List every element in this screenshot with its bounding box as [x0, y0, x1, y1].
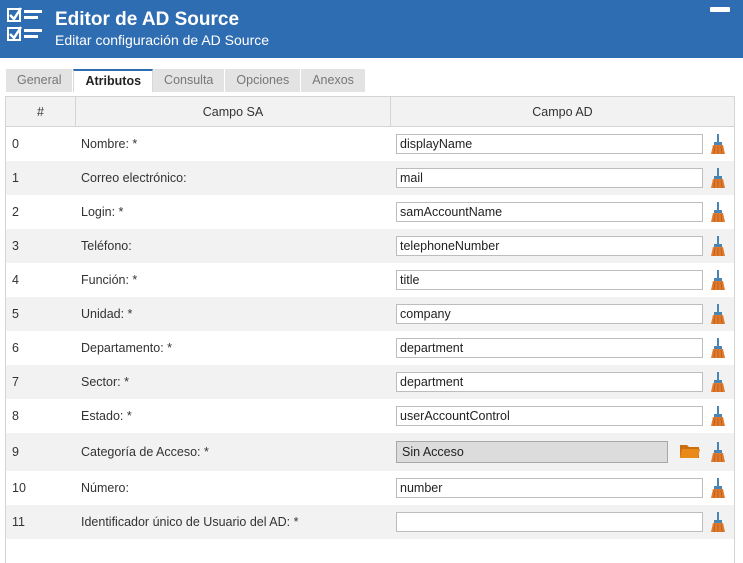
- broom-icon[interactable]: [711, 202, 725, 222]
- table-row: 1 Correo electrónico:: [6, 161, 734, 195]
- column-header-number[interactable]: #: [6, 97, 76, 127]
- broom-icon[interactable]: [711, 478, 725, 498]
- campo-ad-input[interactable]: [396, 202, 703, 222]
- campo-ad-input[interactable]: [396, 406, 703, 426]
- table-row: 8 Estado: *: [6, 399, 734, 433]
- grid-header: # Campo SA Campo AD: [6, 97, 734, 127]
- campo-sa-label: Correo electrónico:: [81, 171, 187, 185]
- campo-sa-label: Departamento: *: [81, 341, 173, 355]
- tab-anexos[interactable]: Anexos: [301, 69, 366, 92]
- broom-icon[interactable]: [711, 168, 725, 188]
- attributes-grid: # Campo SA Campo AD 0 Nombre: * 1 Correo…: [5, 96, 735, 563]
- checklist-icon: [7, 7, 42, 41]
- table-row: 3 Teléfono:: [6, 229, 734, 263]
- campo-sa-label: Número:: [81, 481, 129, 495]
- broom-icon[interactable]: [711, 134, 725, 154]
- campo-ad-input[interactable]: [396, 478, 703, 498]
- window-header: Editor de AD Source Editar configuración…: [0, 0, 743, 58]
- row-number: 9: [12, 445, 19, 459]
- row-number: 7: [12, 375, 19, 389]
- row-number: 2: [12, 205, 19, 219]
- window-subtitle: Editar configuración de AD Source: [55, 32, 270, 48]
- tab-consulta[interactable]: Consulta: [153, 69, 226, 92]
- table-row: 10 Número:: [6, 471, 734, 505]
- tab-opciones[interactable]: Opciones: [225, 69, 302, 92]
- campo-sa-label: Estado: *: [81, 409, 132, 423]
- row-number: 4: [12, 273, 19, 287]
- row-number: 8: [12, 409, 19, 423]
- broom-icon[interactable]: [711, 442, 725, 462]
- row-number: 1: [12, 171, 19, 185]
- campo-ad-input[interactable]: [396, 134, 703, 154]
- access-category-select[interactable]: Sin Acceso: [396, 441, 668, 463]
- column-header-campo-sa[interactable]: Campo SA: [76, 97, 391, 127]
- campo-ad-input[interactable]: [396, 372, 703, 392]
- campo-ad-input[interactable]: [396, 338, 703, 358]
- broom-icon[interactable]: [711, 512, 725, 532]
- table-row: 6 Departamento: *: [6, 331, 734, 365]
- broom-icon[interactable]: [711, 270, 725, 290]
- minimize-icon[interactable]: [710, 7, 730, 12]
- campo-ad-input[interactable]: [396, 236, 703, 256]
- row-number: 0: [12, 137, 19, 151]
- broom-icon[interactable]: [711, 338, 725, 358]
- table-row: 11 Identificador único de Usuario del AD…: [6, 505, 734, 539]
- table-row: 2 Login: *: [6, 195, 734, 229]
- campo-ad-input[interactable]: [396, 270, 703, 290]
- campo-sa-label: Función: *: [81, 273, 138, 287]
- campo-sa-label: Sector: *: [81, 375, 129, 389]
- broom-icon[interactable]: [711, 236, 725, 256]
- broom-icon[interactable]: [711, 406, 725, 426]
- row-number: 10: [12, 481, 26, 495]
- window-title: Editor de AD Source: [55, 9, 240, 30]
- row-number: 11: [12, 515, 25, 529]
- table-row: 0 Nombre: *: [6, 127, 734, 161]
- broom-icon[interactable]: [711, 372, 725, 392]
- broom-icon[interactable]: [711, 304, 725, 324]
- folder-icon[interactable]: [679, 442, 701, 460]
- table-row: 9 Categoría de Acceso: * Sin Acceso: [6, 433, 734, 471]
- table-row: 5 Unidad: *: [6, 297, 734, 331]
- campo-ad-input[interactable]: [396, 512, 703, 532]
- campo-sa-label: Login: *: [81, 205, 124, 219]
- tab-general[interactable]: General: [6, 69, 74, 92]
- campo-sa-label: Nombre: *: [81, 137, 138, 151]
- campo-sa-label: Unidad: *: [81, 307, 133, 321]
- campo-sa-label: Identificador único de Usuario del AD: *: [81, 515, 299, 529]
- campo-sa-label: Categoría de Acceso: *: [81, 445, 209, 459]
- campo-ad-input[interactable]: [396, 304, 703, 324]
- row-number: 3: [12, 239, 19, 253]
- row-number: 5: [12, 307, 19, 321]
- row-number: 6: [12, 341, 19, 355]
- tab-atributos[interactable]: Atributos: [73, 69, 154, 92]
- table-row: 7 Sector: *: [6, 365, 734, 399]
- grid-body: 0 Nombre: * 1 Correo electrónico: 2 Logi…: [6, 127, 734, 539]
- campo-ad-input[interactable]: [396, 168, 703, 188]
- table-row: 4 Función: *: [6, 263, 734, 297]
- column-header-campo-ad[interactable]: Campo AD: [391, 97, 734, 127]
- campo-sa-label: Teléfono:: [81, 239, 132, 253]
- tab-bar: General Atributos Consulta Opciones Anex…: [6, 69, 366, 92]
